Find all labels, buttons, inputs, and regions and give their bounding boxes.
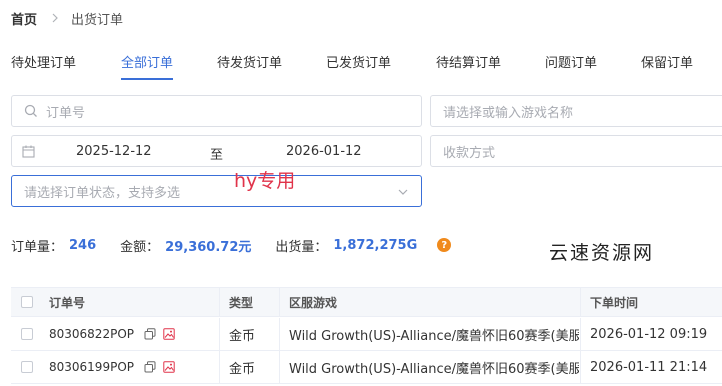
order-search-placeholder: 订单号 xyxy=(46,105,86,121)
help-icon[interactable]: ? xyxy=(437,238,452,252)
order-time: 2026-01-12 09:19 xyxy=(590,326,708,342)
breadcrumb-home[interactable]: 首页 xyxy=(11,9,37,28)
order-status-select[interactable]: 请选择订单状态，支持多选 xyxy=(11,175,422,207)
site-watermark: 云速资源网 xyxy=(549,242,655,264)
order-server: Wild Growth(US)-Alliance/魔兽怀旧60赛季(美服) xyxy=(289,328,579,344)
image-icon[interactable] xyxy=(163,328,175,340)
breadcrumb-current: 出货订单 xyxy=(71,12,124,28)
order-count-value: 246 xyxy=(69,237,97,253)
order-type: 金币 xyxy=(229,328,256,344)
copy-icon[interactable] xyxy=(144,328,156,340)
order-search-input[interactable]: 订单号 xyxy=(11,95,422,127)
date-end[interactable]: 2026-01-12 xyxy=(286,144,362,159)
table-row[interactable]: 80306199POP 金币 Wild Growth(US)-Alliance/… xyxy=(11,351,722,384)
payment-method-select[interactable]: 收款方式 xyxy=(430,135,722,167)
ship-qty-label: 出货量： xyxy=(275,239,328,255)
game-select-placeholder: 请选择或输入游戏名称 xyxy=(443,105,574,121)
order-number: 80306199POP xyxy=(49,360,134,374)
amount-label: 金额： xyxy=(120,239,160,255)
date-range-picker[interactable]: 2025-12-12 至 2026-01-12 xyxy=(11,135,422,167)
order-stats: 订单量： 246 金额： 29,360.72元 出货量： 1,872,275G … xyxy=(11,236,452,255)
order-count-label: 订单量： xyxy=(11,239,64,255)
table-header: 订单号 类型 区服游戏 下单时间 xyxy=(11,287,722,317)
row-checkbox[interactable] xyxy=(21,318,33,350)
game-select[interactable]: 请选择或输入游戏名称 xyxy=(430,95,722,127)
tab-shipped[interactable]: 已发货订单 xyxy=(326,52,391,80)
calendar-icon xyxy=(22,145,35,158)
date-start[interactable]: 2025-12-12 xyxy=(76,144,152,159)
overlay-label: hy专用 xyxy=(234,170,296,192)
chevron-down-icon xyxy=(397,186,409,198)
tab-pending[interactable]: 待处理订单 xyxy=(11,52,76,80)
chevron-right-icon xyxy=(49,12,61,24)
order-type: 金币 xyxy=(229,361,256,377)
header-time: 下单时间 xyxy=(590,295,639,310)
order-tabs: 待处理订单 全部订单 待发货订单 已发货订单 待结算订单 问题订单 保留订单 xyxy=(0,52,722,80)
tab-to-settle[interactable]: 待结算订单 xyxy=(436,52,501,80)
ship-qty-value: 1,872,275G xyxy=(333,237,418,253)
tab-all[interactable]: 全部订单 xyxy=(121,52,174,80)
header-type: 类型 xyxy=(229,295,254,310)
date-separator: 至 xyxy=(210,148,224,163)
tab-problem[interactable]: 问题订单 xyxy=(545,52,597,80)
amount-value: 29,360.72元 xyxy=(165,239,252,255)
table-row[interactable]: 80306822POP 金币 Wild Growth(US)-Alliance/… xyxy=(11,318,722,351)
tab-to-ship[interactable]: 待发货订单 xyxy=(217,52,282,80)
order-number: 80306822POP xyxy=(49,327,134,341)
row-checkbox[interactable] xyxy=(21,351,33,383)
tab-reserved[interactable]: 保留订单 xyxy=(641,52,693,80)
order-status-placeholder: 请选择订单状态，支持多选 xyxy=(24,185,181,201)
select-all-checkbox[interactable] xyxy=(21,288,33,316)
image-icon[interactable] xyxy=(163,361,175,373)
payment-method-placeholder: 收款方式 xyxy=(443,145,496,161)
order-time: 2026-01-11 21:14 xyxy=(590,359,708,375)
breadcrumb: 首页 出货订单 xyxy=(11,9,124,28)
search-icon xyxy=(24,104,38,118)
order-server: Wild Growth(US)-Alliance/魔兽怀旧60赛季(美服) xyxy=(289,361,579,377)
header-server: 区服游戏 xyxy=(289,295,338,310)
header-order: 订单号 xyxy=(49,295,86,310)
copy-icon[interactable] xyxy=(144,361,156,373)
